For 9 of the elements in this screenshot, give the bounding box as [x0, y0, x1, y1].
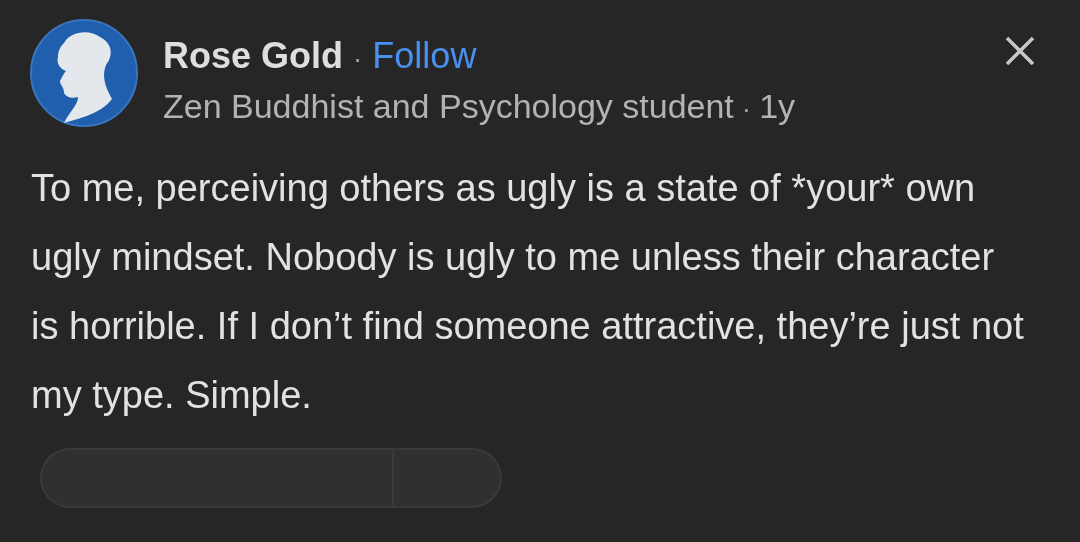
answer-text: To me, perceiving others as ugly is a state of *your* own ugly mindset. Nobody is ugly to me unless their character is horrible. If I don’t find someone attractive, they’re just not my type. Simple. — [30, 166, 1025, 418]
close-icon — [1004, 35, 1036, 67]
follow-link[interactable]: Follow — [372, 29, 477, 83]
avatar-icon — [30, 19, 138, 127]
separator-dot: · — [741, 92, 752, 126]
author-name[interactable]: Rose Gold — [163, 29, 344, 83]
separator-dot: · — [353, 42, 363, 76]
post-time: 1y — [759, 86, 796, 127]
author-credential: Zen Buddhist and Psychology student — [163, 86, 734, 127]
